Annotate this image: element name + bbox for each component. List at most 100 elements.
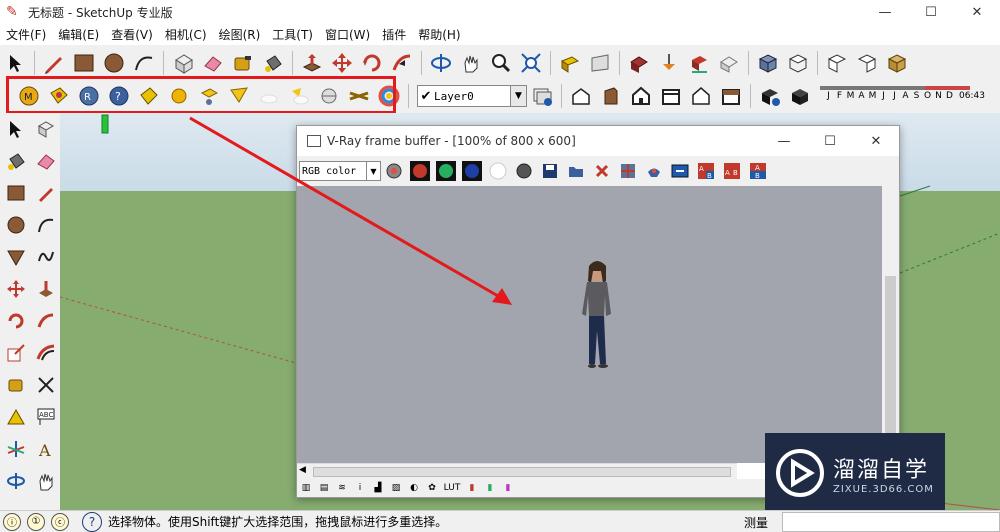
menu-file[interactable]: 文件(F): [0, 26, 52, 43]
offset-icon[interactable]: [33, 340, 59, 366]
circle-icon[interactable]: [101, 50, 127, 76]
scale-icon[interactable]: [3, 340, 29, 366]
extension-warehouse-icon[interactable]: [626, 50, 652, 76]
vertical-scrollbar[interactable]: [882, 186, 899, 463]
scrollbar-thumb[interactable]: [885, 276, 896, 456]
layer-manager-icon[interactable]: [529, 83, 555, 109]
orbit-icon[interactable]: [428, 50, 454, 76]
credits-icon[interactable]: ①: [27, 512, 45, 531]
textured-style-icon[interactable]: [884, 50, 910, 76]
iso-view-icon[interactable]: [755, 50, 781, 76]
dimension-icon[interactable]: [33, 372, 59, 398]
follow-me-icon[interactable]: [389, 50, 415, 76]
menu-edit[interactable]: 编辑(E): [52, 26, 105, 43]
curves-icon[interactable]: ▨: [389, 482, 403, 494]
green-channel-button[interactable]: [435, 160, 457, 182]
alpha-channel-button[interactable]: [487, 160, 509, 182]
icc-button[interactable]: ▮: [501, 482, 515, 494]
make-component-icon[interactable]: [170, 50, 196, 76]
top-view-icon[interactable]: [785, 50, 811, 76]
zoom-extents-icon[interactable]: [518, 50, 544, 76]
share-model-icon[interactable]: [587, 50, 613, 76]
settings-icon[interactable]: ✿: [425, 482, 439, 494]
shadow-month-slider[interactable]: J F M A M J J A S O N D: [823, 91, 955, 101]
shadow-date-slider-track[interactable]: [820, 86, 970, 90]
compare-ab-split-icon[interactable]: AB: [747, 160, 769, 182]
house-iso-icon[interactable]: [568, 83, 594, 109]
maximize-button[interactable]: ☐: [908, 0, 954, 24]
help-icon[interactable]: ?: [82, 511, 102, 532]
axes-icon[interactable]: [3, 436, 29, 462]
rotate-icon[interactable]: [359, 50, 385, 76]
follow-me-icon[interactable]: [33, 308, 59, 334]
push-pull-icon[interactable]: [299, 50, 325, 76]
line-pencil-icon[interactable]: [33, 180, 59, 206]
layer-select[interactable]: ✔ Layer0 ▼: [417, 85, 527, 107]
pan-hand-icon[interactable]: [458, 50, 484, 76]
render-image-area[interactable]: [297, 186, 882, 463]
eraser-icon[interactable]: [33, 148, 59, 174]
info-icon[interactable]: i: [353, 482, 367, 494]
right-view-icon[interactable]: [854, 50, 880, 76]
rectangle-icon[interactable]: [3, 180, 29, 206]
select-arrow-icon[interactable]: [3, 116, 29, 142]
pixel-info-icon[interactable]: ▤: [317, 482, 331, 494]
line-pencil-icon[interactable]: [41, 50, 67, 76]
load-image-icon[interactable]: [565, 160, 587, 182]
mono-mode-button[interactable]: [513, 160, 535, 182]
display-shadows-icon[interactable]: [787, 83, 813, 109]
make-component-icon[interactable]: [33, 116, 59, 142]
freehand-icon[interactable]: [33, 244, 59, 270]
scrollbar-thumb[interactable]: [313, 467, 731, 477]
house-back-icon[interactable]: [658, 83, 684, 109]
ocio-button[interactable]: ▮: [483, 482, 497, 494]
srgb-button[interactable]: ▮: [465, 482, 479, 494]
send-to-layout-icon[interactable]: [716, 50, 742, 76]
link-to-render-icon[interactable]: [669, 160, 691, 182]
vray-maximize-button[interactable]: ☐: [807, 126, 853, 156]
menu-help[interactable]: 帮助(H): [412, 26, 466, 43]
menu-draw[interactable]: 绘图(R): [213, 26, 267, 43]
get-models-icon[interactable]: [557, 50, 583, 76]
save-image-icon[interactable]: [539, 160, 561, 182]
menu-window[interactable]: 窗口(W): [319, 26, 376, 43]
menu-tools[interactable]: 工具(T): [266, 26, 319, 43]
measurements-input[interactable]: [782, 512, 1000, 532]
scroll-left-icon[interactable]: ◀: [299, 465, 306, 475]
rotate-icon[interactable]: [3, 308, 29, 334]
paint-bucket-icon[interactable]: [260, 50, 286, 76]
house-side-icon[interactable]: [598, 83, 624, 109]
move-icon[interactable]: [329, 50, 355, 76]
levels-icon[interactable]: ▟: [371, 482, 385, 494]
arc-icon[interactable]: [33, 212, 59, 238]
house-bottom-icon[interactable]: [718, 83, 744, 109]
horizontal-scrollbar[interactable]: ◀: [297, 463, 737, 479]
circle-icon[interactable]: [3, 212, 29, 238]
layout-icon[interactable]: [686, 50, 712, 76]
eraser-icon[interactable]: [200, 50, 226, 76]
compare-ab-vertical-icon[interactable]: AB: [721, 160, 743, 182]
polygon-icon[interactable]: [3, 244, 29, 270]
channel-select[interactable]: RGB color ▼: [299, 161, 381, 181]
render-region-icon[interactable]: [643, 160, 665, 182]
shadow-settings-icon[interactable]: [757, 83, 783, 109]
minimize-button[interactable]: —: [862, 0, 908, 24]
3d-text-icon[interactable]: A: [33, 436, 59, 462]
select-arrow-icon[interactable]: [2, 50, 28, 76]
chevron-down-icon[interactable]: ▼: [510, 86, 526, 106]
blue-channel-button[interactable]: [461, 160, 483, 182]
text-label-icon[interactable]: ABC: [33, 404, 59, 430]
warehouse-pin-icon[interactable]: [656, 50, 682, 76]
paint-bucket-icon[interactable]: [3, 148, 29, 174]
vray-close-button[interactable]: ✕: [853, 126, 899, 156]
close-button[interactable]: ✕: [954, 0, 1000, 24]
menu-view[interactable]: 查看(V): [105, 26, 159, 43]
history-icon[interactable]: ▥: [299, 482, 313, 494]
tape-measure-icon[interactable]: [230, 50, 256, 76]
house-front-icon[interactable]: [628, 83, 654, 109]
lut-button[interactable]: LUT: [443, 482, 461, 494]
exposure-icon[interactable]: ◐: [407, 482, 421, 494]
compare-ab-horizontal-icon[interactable]: AB: [695, 160, 717, 182]
track-mouse-icon[interactable]: [617, 160, 639, 182]
move-icon[interactable]: [3, 276, 29, 302]
